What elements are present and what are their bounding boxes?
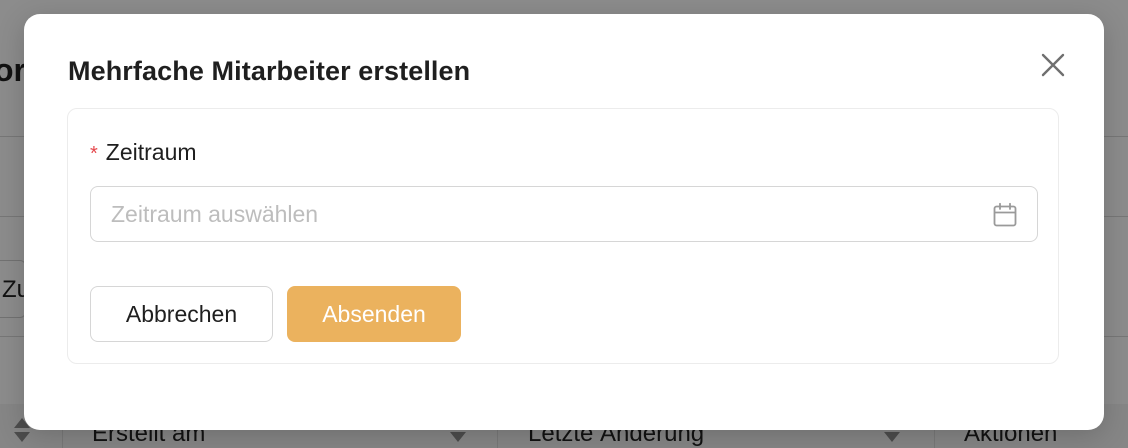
calendar-icon[interactable]: [992, 202, 1018, 228]
required-marker: *: [90, 143, 98, 165]
period-range-picker[interactable]: [90, 186, 1038, 242]
period-label-text: Zeitraum: [105, 139, 197, 165]
submit-button[interactable]: Absenden: [287, 286, 461, 342]
close-icon: [1041, 53, 1065, 77]
period-input[interactable]: [111, 187, 971, 241]
period-field-label: * Zeitraum: [90, 139, 197, 166]
dialog-title: Mehrfache Mitarbeiter erstellen: [68, 56, 471, 86]
create-multiple-employees-dialog: Mehrfache Mitarbeiter erstellen * Zeitrau…: [24, 14, 1104, 430]
cancel-button[interactable]: Abbrechen: [90, 286, 273, 342]
close-button[interactable]: [1036, 48, 1070, 82]
form-card: * Zeitraum Abbrechen Absenden: [67, 108, 1059, 364]
